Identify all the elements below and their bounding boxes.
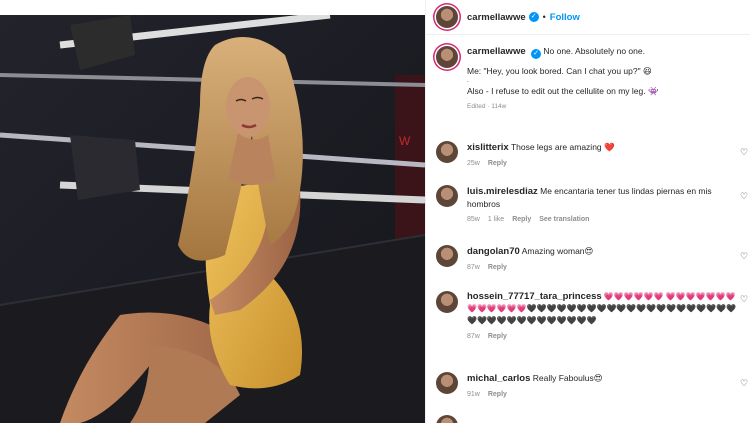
see-translation-link[interactable]: See translation [539, 216, 589, 223]
caption-line-4: Also - I refuse to edit out the cellulit… [467, 86, 659, 96]
comment-username[interactable]: michal_carlos [467, 373, 530, 384]
verified-badge-icon: ✓ [531, 49, 541, 59]
comment-avatar[interactable] [436, 291, 458, 313]
caption-line-1: No one. Absolutely no one. [543, 46, 645, 56]
comment-username[interactable]: dangolan70 [467, 246, 520, 257]
post-header: carmellawwe ✓ • Follow [426, 0, 750, 35]
comment-item: xislitterix Those legs are amazing ❤️ 25… [426, 141, 750, 170]
caption-line-3: . [467, 78, 469, 84]
like-heart-icon[interactable]: ♡ [739, 294, 749, 304]
like-heart-icon[interactable]: ♡ [739, 378, 749, 388]
reply-button[interactable]: Reply [488, 160, 507, 167]
comment-text: Amazing woman😍 [521, 246, 594, 256]
comment-time: 87w [467, 264, 480, 271]
wrestler-photo-image: W [0, 15, 425, 423]
comment-username[interactable]: hossein_77717_tara_princess [467, 291, 602, 302]
comment-time: 25w [467, 160, 480, 167]
comment-item: dangolan70 Amazing woman😍 87w Reply ♡ [426, 245, 750, 274]
comment-avatar[interactable] [436, 372, 458, 394]
comment-text: Those legs are amazing ❤️ [510, 142, 615, 152]
comment-username[interactable]: luis.mirelesdiaz [467, 186, 538, 197]
comment-avatar[interactable] [436, 415, 458, 423]
author-avatar[interactable] [436, 6, 458, 28]
comment-likes[interactable]: 1 like [488, 216, 504, 223]
author-username[interactable]: carmellawwe [467, 12, 526, 23]
reply-button[interactable]: Reply [488, 391, 507, 398]
reply-button[interactable]: Reply [512, 216, 531, 223]
post-details-panel: carmellawwe ✓ • Follow carmellawwe ✓ No … [425, 0, 750, 423]
svg-text:W: W [399, 134, 411, 148]
post-caption: carmellawwe ✓ No one. Absolutely no one.… [426, 35, 750, 119]
comment-item: michal_carlos Really Faboulus😍 91w Reply … [426, 372, 750, 401]
comment-time: 85w [467, 216, 480, 223]
comment-username[interactable]: xislitterix [467, 142, 509, 153]
media-area: W [0, 0, 425, 423]
comment-text: Really Faboulus😍 [532, 373, 603, 383]
like-heart-icon[interactable]: ♡ [739, 191, 749, 201]
like-heart-icon[interactable]: ♡ [739, 251, 749, 261]
edited-timestamp: Edited · 114w [467, 103, 507, 110]
caption-line-2: Me: "Hey, you look bored. Can I chat you… [467, 66, 652, 76]
comment-avatar[interactable] [436, 245, 458, 267]
comment-item: luis.mirelesdiaz Me encantaria tener tus… [426, 185, 750, 226]
caption-username[interactable]: carmellawwe [467, 46, 526, 57]
comment-item: hossein_77717_tara_princess 💗💗💗💗💗💗 💗💗💗💗💗… [426, 291, 750, 343]
caption-avatar[interactable] [436, 46, 458, 68]
comment-avatar[interactable] [436, 185, 458, 207]
reply-button[interactable]: Reply [488, 333, 507, 340]
comment-avatar[interactable] [436, 141, 458, 163]
comment-time: 91w [467, 391, 480, 398]
comment-time: 87w [467, 333, 480, 340]
follow-button[interactable]: Follow [550, 12, 580, 23]
separator-dot: • [542, 12, 546, 22]
post-photo[interactable]: W [0, 15, 425, 423]
like-heart-icon[interactable]: ♡ [739, 147, 749, 157]
reply-button[interactable]: Reply [488, 264, 507, 271]
verified-badge-icon: ✓ [528, 12, 539, 22]
